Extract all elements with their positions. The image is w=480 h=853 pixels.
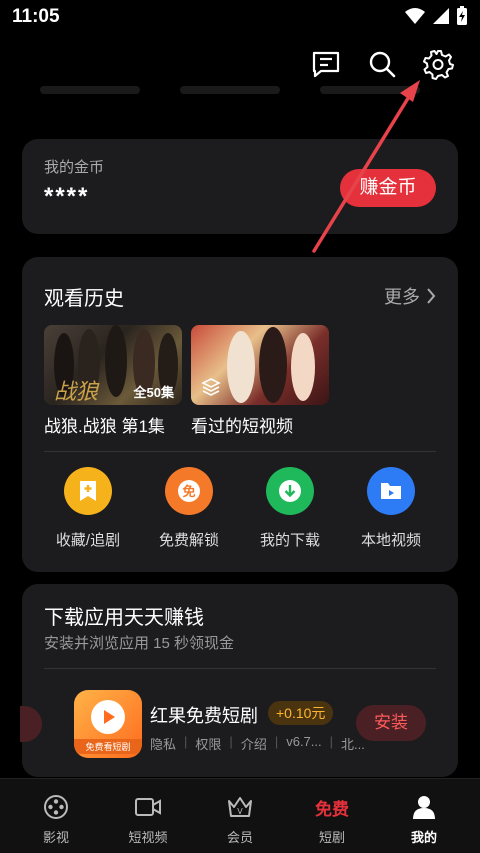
more-label: 更多 xyxy=(384,287,420,307)
app-developer: 北... xyxy=(341,737,365,752)
battery-icon xyxy=(457,6,467,25)
video-camera-icon xyxy=(100,793,196,821)
app-icon-caption: 免费看短剧 xyxy=(74,739,142,754)
nav-item-short-videos[interactable]: 短视频 xyxy=(100,793,196,846)
app-version: v6.7... xyxy=(286,734,322,749)
bottom-nav: 影视 短视频 V 会员 免费 短剧 我的 xyxy=(0,778,480,853)
nav-item-vip[interactable]: V 会员 xyxy=(192,793,288,846)
nav-label: 短视频 xyxy=(128,830,168,845)
free-text-icon: 免费 xyxy=(284,793,380,821)
app-meta: 隐私 | 权限 | 介绍 | v6.7... | 北... xyxy=(150,734,365,753)
shortcut-label: 免费解锁 xyxy=(158,532,219,549)
search-icon[interactable] xyxy=(366,48,398,80)
nav-label: 短剧 xyxy=(318,830,345,845)
history-thumb-1[interactable]: 战狼 全50集 xyxy=(44,325,182,405)
svg-text:V: V xyxy=(237,807,243,816)
free-icon-text: 免费 xyxy=(315,799,349,819)
nav-label: 影视 xyxy=(42,830,69,845)
app-privacy-link[interactable]: 隐私 xyxy=(150,734,176,753)
history-more-link[interactable]: 更多 xyxy=(384,283,436,309)
separator: | xyxy=(329,734,334,749)
download-icon xyxy=(266,467,314,515)
earn-coins-button[interactable]: 赚金币 xyxy=(340,169,436,207)
shortcut-downloads[interactable]: 我的下载 xyxy=(240,467,340,550)
shortcut-label: 收藏/追剧 xyxy=(55,532,121,549)
wifi-icon xyxy=(405,8,425,24)
separator: | xyxy=(184,734,188,749)
download-earn-card: 下载应用天天赚钱 安装并浏览应用 15 秒领现金 免费看短剧 红果免费短剧 +0… xyxy=(20,584,458,777)
separator: | xyxy=(229,734,233,749)
tab-strip-remnant xyxy=(0,86,480,100)
history-title: 观看历史 xyxy=(44,288,124,310)
nav-label: 我的 xyxy=(410,830,437,845)
app-name[interactable]: 红果免费短剧 xyxy=(150,702,258,728)
separator: | xyxy=(274,734,279,749)
history-item-title-1[interactable]: 战狼.战狼 第1集 xyxy=(44,412,165,437)
svg-text:战狼: 战狼 xyxy=(54,380,100,405)
message-icon[interactable] xyxy=(310,48,342,80)
history-item-title-2[interactable]: 看过的短视频 xyxy=(191,412,293,437)
shortcut-favorites[interactable]: 收藏/追剧 xyxy=(38,467,138,550)
divider xyxy=(44,668,436,669)
crown-icon: V xyxy=(192,793,288,821)
status-bar: 11:05 xyxy=(0,0,480,34)
reward-badge: +0.10元 xyxy=(268,701,334,725)
watch-history-card: 观看历史 更多 战狼 全50集 战狼.战狼 第1集 看过的短视频 收藏/追剧 免… xyxy=(22,257,458,572)
install-button[interactable]: 安装 xyxy=(356,705,426,741)
coins-value: **** xyxy=(44,183,90,210)
shortcut-free-unlock[interactable]: 免 免费解锁 xyxy=(139,467,239,550)
film-reel-icon xyxy=(8,793,104,821)
settings-icon[interactable] xyxy=(422,48,454,80)
bookmark-plus-icon xyxy=(64,467,112,515)
app-icon[interactable]: 免费看短剧 xyxy=(74,690,142,758)
coins-card: 我的金币 **** 赚金币 xyxy=(22,139,458,234)
app-permissions-link[interactable]: 权限 xyxy=(195,734,221,753)
chevron-right-icon xyxy=(427,288,436,304)
user-icon xyxy=(376,793,472,821)
divider xyxy=(44,451,436,452)
nav-item-short-drama[interactable]: 免费 短剧 xyxy=(284,793,380,846)
shortcut-label: 本地视频 xyxy=(360,532,421,549)
nav-item-mine[interactable]: 我的 xyxy=(376,793,472,846)
nav-item-movies[interactable]: 影视 xyxy=(8,793,104,846)
play-icon xyxy=(91,700,125,734)
layers-icon xyxy=(201,377,221,397)
nav-label: 会员 xyxy=(226,830,253,845)
status-time: 11:05 xyxy=(12,6,60,27)
svg-text:免: 免 xyxy=(182,484,195,500)
previous-app-install-button[interactable] xyxy=(20,706,42,742)
shortcut-label: 我的下载 xyxy=(259,532,320,549)
episode-count-badge: 全50集 xyxy=(133,385,174,400)
free-icon: 免 xyxy=(165,467,213,515)
shortcut-local-videos[interactable]: 本地视频 xyxy=(341,467,441,550)
coins-label: 我的金币 xyxy=(44,159,105,176)
folder-icon xyxy=(367,467,415,515)
history-thumb-2[interactable] xyxy=(191,325,329,405)
download-subtitle: 安装并浏览应用 15 秒领现金 xyxy=(44,635,235,652)
download-title: 下载应用天天赚钱 xyxy=(44,607,204,629)
topbar-actions xyxy=(310,48,454,80)
status-icons xyxy=(404,6,468,26)
signal-icon xyxy=(433,8,449,24)
app-intro-link[interactable]: 介绍 xyxy=(241,734,267,753)
